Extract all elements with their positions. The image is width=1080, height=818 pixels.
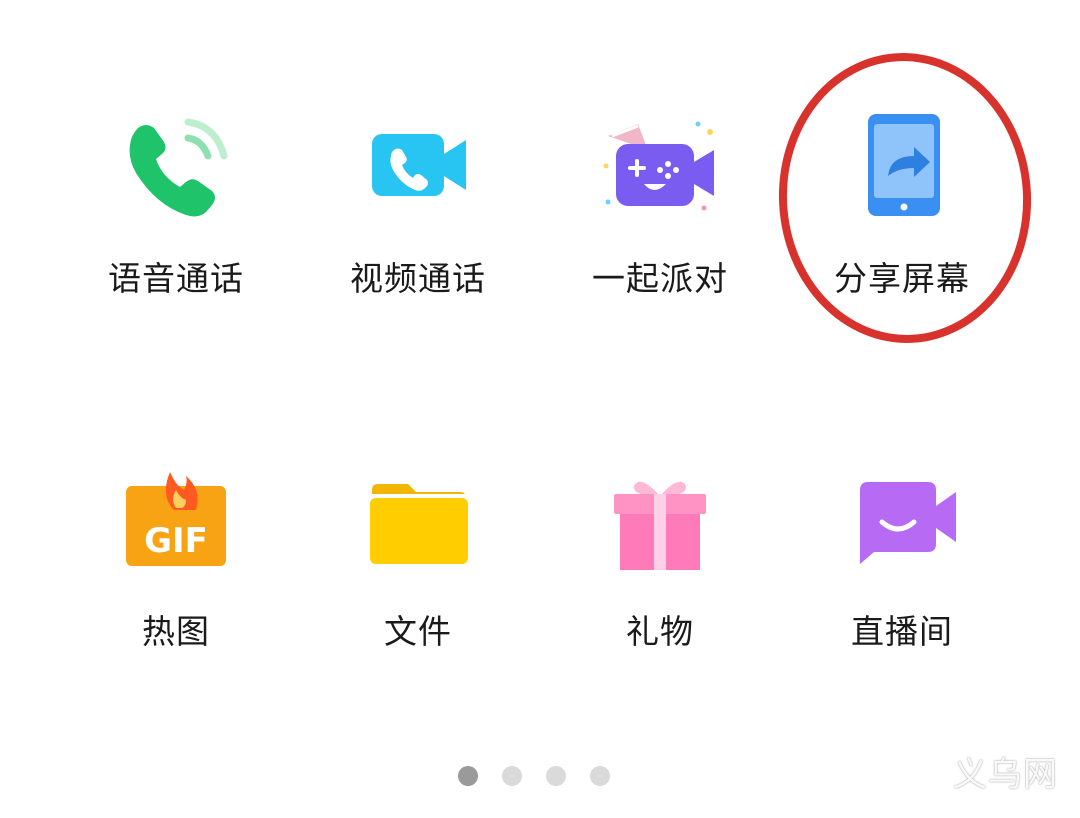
- video-call-icon: [358, 110, 478, 220]
- gift-button[interactable]: 礼物: [540, 470, 780, 700]
- folder-icon: [358, 470, 478, 580]
- video-call-button[interactable]: 视频通话: [298, 110, 538, 340]
- svg-text:GIF: GIF: [144, 521, 208, 561]
- extension-panel: 语音通话 视频通话 一起派对 分享屏幕 GIF 热图 文件 礼物 直播间 义乌网: [0, 0, 1080, 818]
- gift-icon: [600, 470, 720, 580]
- party-together-label: 一起派对: [592, 259, 728, 298]
- gif-hot-button[interactable]: GIF 热图: [56, 470, 296, 700]
- watermark: 义乌网: [953, 755, 1058, 795]
- gif-hot-icon: GIF: [116, 470, 236, 580]
- video-call-label: 视频通话: [350, 259, 486, 298]
- page-dot-2[interactable]: [502, 766, 522, 786]
- live-room-icon: [842, 470, 962, 580]
- page-dot-3[interactable]: [546, 766, 566, 786]
- voice-call-label: 语音通话: [108, 259, 244, 298]
- voice-call-button[interactable]: 语音通话: [56, 110, 296, 340]
- file-button[interactable]: 文件: [298, 470, 538, 700]
- gift-label: 礼物: [626, 612, 694, 651]
- party-together-button[interactable]: 一起派对: [540, 110, 780, 340]
- page-dot-1[interactable]: [458, 766, 478, 786]
- page-indicator: [458, 766, 610, 788]
- voice-call-icon: [116, 110, 236, 220]
- page-dot-4[interactable]: [590, 766, 610, 786]
- live-room-button[interactable]: 直播间: [782, 470, 1022, 700]
- party-game-icon: [600, 110, 720, 220]
- live-room-label: 直播间: [851, 612, 953, 651]
- file-label: 文件: [384, 612, 452, 651]
- gif-hot-label: 热图: [142, 612, 210, 651]
